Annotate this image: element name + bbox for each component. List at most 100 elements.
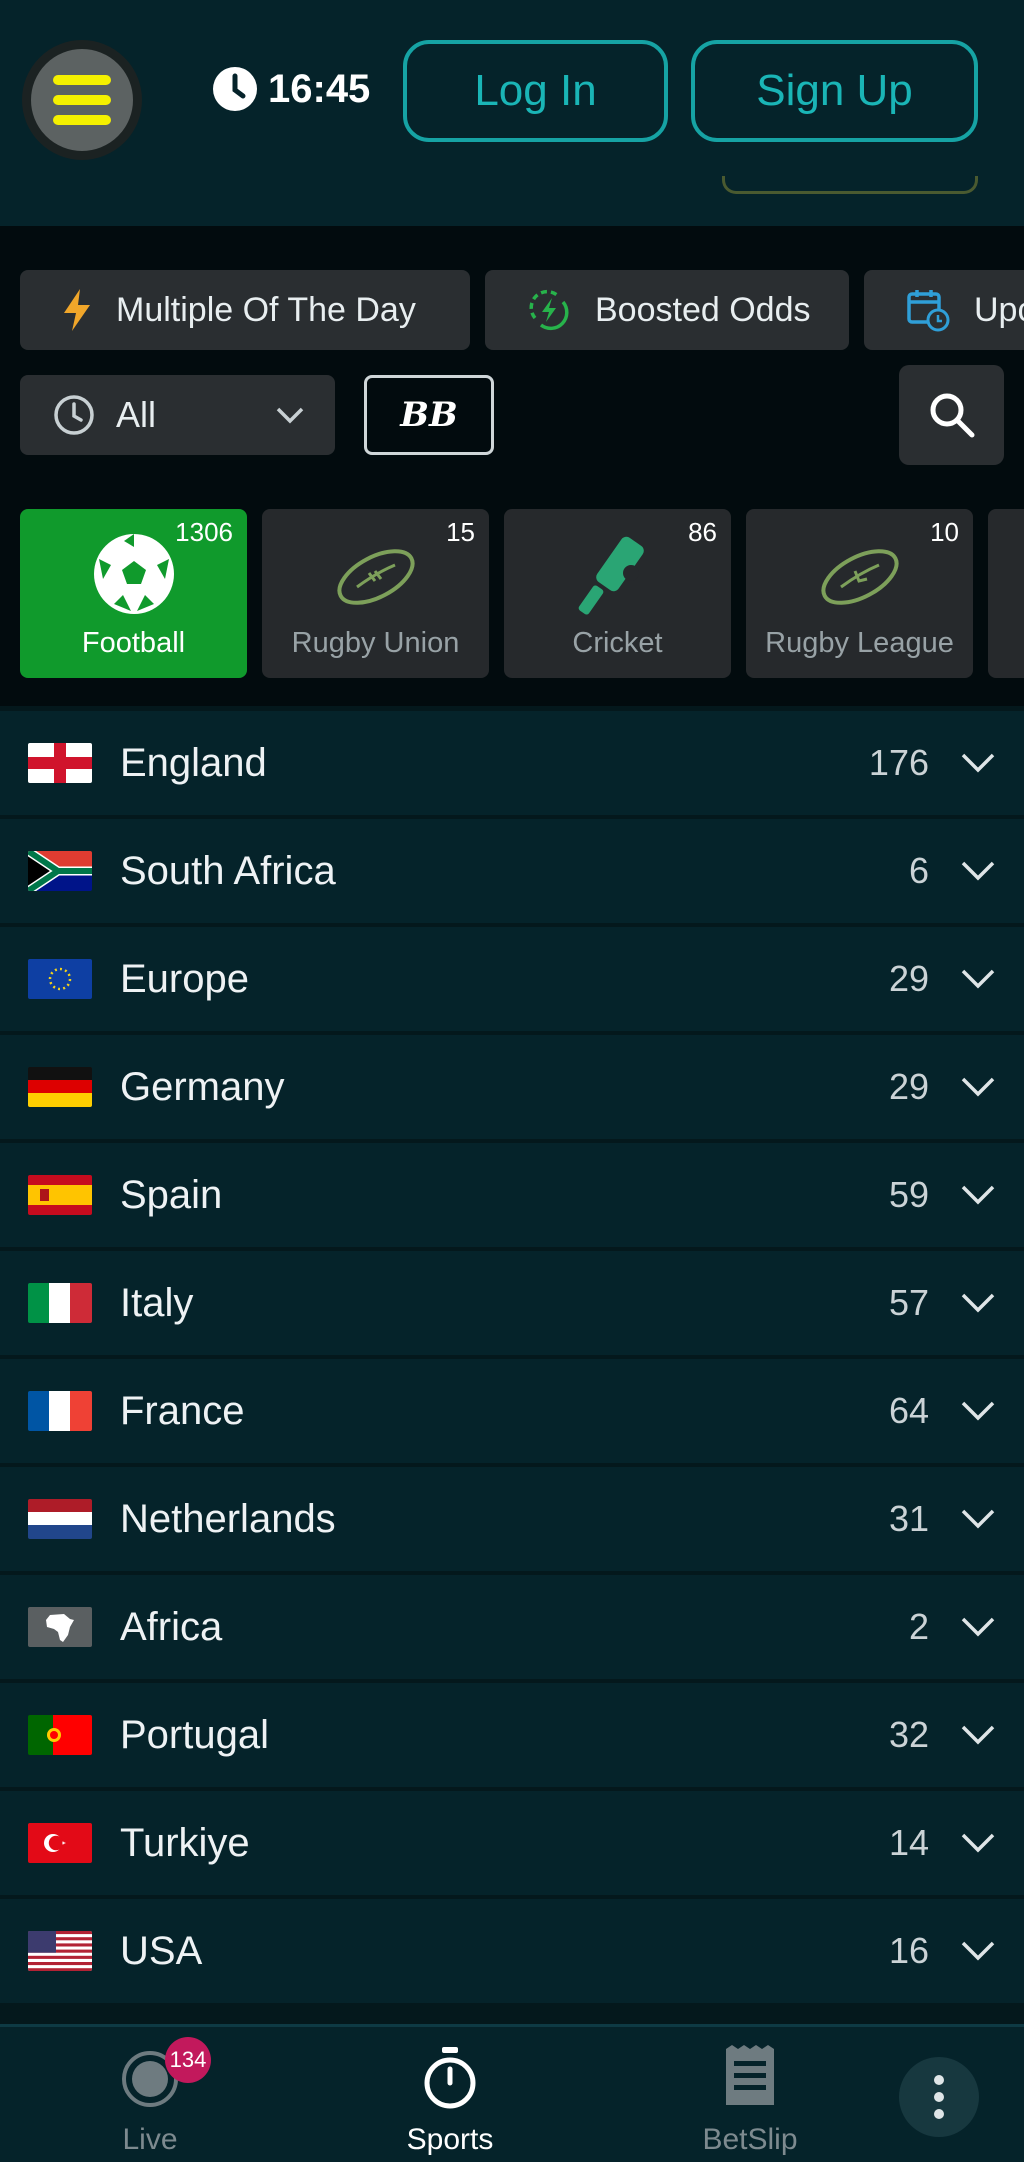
sport-tile-cricket[interactable]: 86 Cricket (504, 509, 731, 678)
netherlands-flag-icon (28, 1499, 92, 1539)
country-count: 64 (888, 1390, 929, 1431)
menu-bar (53, 115, 111, 125)
country-count: 2 (908, 1606, 929, 1647)
sport-tile-next[interactable] (988, 509, 1024, 678)
sport-tile-football[interactable]: 1306 Football (20, 509, 247, 678)
nav-label: BetSlip (702, 2123, 798, 2156)
nav-sports[interactable]: Sports (385, 2027, 515, 2162)
football-icon (93, 534, 174, 614)
country-row-usa[interactable]: USA 16 (0, 1899, 1024, 2003)
rugby-ball-icon (820, 549, 899, 605)
country-count: 16 (888, 1930, 929, 1971)
time-filter-select[interactable]: All (20, 375, 335, 455)
chevron-down-icon (961, 1725, 995, 1745)
quicklink-label: Multiple Of The Day (116, 290, 416, 329)
germany-flag-icon (28, 1067, 92, 1107)
hamburger-menu-button[interactable] (22, 40, 142, 160)
clock-icon (213, 67, 257, 111)
chevron-down-icon (961, 1185, 995, 1205)
chevron-down-icon (961, 969, 995, 989)
sport-label: Cricket (572, 627, 663, 659)
country-count: 29 (888, 1066, 929, 1107)
clock-time: 16:45 (268, 66, 371, 111)
nav-label: Live (122, 2123, 178, 2156)
app-header: 16:45 Log In Sign Up (0, 0, 1024, 226)
chevron-down-icon (961, 861, 995, 881)
header-banner-edge (722, 176, 978, 194)
more-menu-button[interactable] (899, 2057, 979, 2137)
quicklink-boosted-odds[interactable]: Boosted Odds (485, 270, 849, 350)
country-row-france[interactable]: France 64 (0, 1359, 1024, 1463)
country-row-turkiye[interactable]: Turkiye 14 (0, 1791, 1024, 1895)
sport-label: Rugby Union (291, 627, 460, 659)
calendar-clock-icon (907, 290, 950, 332)
country-name: France (120, 1388, 245, 1433)
nav-live[interactable]: 134 Live (85, 2027, 215, 2162)
more-dot (934, 2075, 944, 2085)
country-row-portugal[interactable]: Portugal 32 (0, 1683, 1024, 1787)
country-name: Africa (120, 1604, 223, 1649)
live-count-badge: 134 (165, 2037, 211, 2083)
country-name: USA (120, 1928, 203, 1973)
turkiye-flag-icon (28, 1823, 92, 1863)
country-name: Spain (120, 1172, 223, 1217)
country-row-spain[interactable]: Spain 59 (0, 1143, 1024, 1247)
chevron-down-icon (276, 407, 304, 424)
quicklink-label: Upc (974, 290, 1024, 329)
clock: 16:45 (212, 66, 370, 112)
search-button[interactable] (899, 365, 1004, 465)
sport-label: Football (81, 627, 186, 659)
sport-count: 10 (930, 517, 959, 547)
chevron-down-icon (961, 1401, 995, 1421)
country-row-europe[interactable]: Europe 29 (0, 927, 1024, 1031)
boost-icon (529, 289, 569, 331)
chevron-down-icon (961, 1617, 995, 1637)
africa-map-icon (28, 1607, 92, 1647)
country-name: Netherlands (120, 1496, 336, 1541)
country-count: 176 (868, 742, 929, 783)
nav-label: Sports (406, 2123, 494, 2156)
country-row-germany[interactable]: Germany 29 (0, 1035, 1024, 1139)
country-row-africa[interactable]: Africa 2 (0, 1575, 1024, 1679)
country-count: 31 (888, 1498, 929, 1539)
nav-betslip[interactable]: BetSlip (685, 2027, 815, 2162)
europe-flag-icon (28, 959, 92, 999)
sport-tile-rugby-union[interactable]: 15 Rugby Union (262, 509, 489, 678)
country-row-netherlands[interactable]: Netherlands 31 (0, 1467, 1024, 1571)
country-count: 29 (888, 958, 929, 999)
country-row-england[interactable]: England 176 (0, 711, 1024, 815)
country-count: 6 (908, 850, 929, 891)
chevron-down-icon (961, 1077, 995, 1097)
country-name: South Africa (120, 848, 336, 893)
sport-count: 15 (446, 517, 475, 547)
england-flag-icon (28, 743, 92, 783)
search-icon (930, 393, 974, 438)
bet-builder-button[interactable]: BB (364, 375, 494, 455)
country-count: 57 (888, 1282, 929, 1323)
country-count: 14 (888, 1822, 929, 1863)
chevron-down-icon (961, 1293, 995, 1313)
country-count: 32 (888, 1714, 929, 1755)
south-africa-flag-icon (28, 851, 92, 891)
menu-bar (53, 95, 111, 105)
clock-outline-icon (54, 395, 94, 435)
portugal-flag-icon (28, 1715, 92, 1755)
menu-bar (53, 75, 111, 85)
spain-flag-icon (28, 1175, 92, 1215)
country-name: Germany (120, 1064, 285, 1109)
chevron-down-icon (961, 1833, 995, 1853)
country-row-italy[interactable]: Italy 57 (0, 1251, 1024, 1355)
country-row-south-africa[interactable]: South Africa 6 (0, 819, 1024, 923)
quicklink-upcoming[interactable]: Upc (864, 270, 1024, 350)
usa-flag-icon (28, 1931, 92, 1971)
chevron-down-icon (961, 1509, 995, 1529)
sport-tile-rugby-league[interactable]: 10 Rugby League (746, 509, 973, 678)
country-name: Italy (120, 1280, 194, 1325)
country-name: Europe (120, 956, 249, 1001)
signup-button[interactable]: Sign Up (691, 40, 978, 142)
login-button[interactable]: Log In (403, 40, 668, 142)
lightning-icon (64, 289, 90, 331)
quicklink-multiple-of-the-day[interactable]: Multiple Of The Day (20, 270, 470, 350)
france-flag-icon (28, 1391, 92, 1431)
more-dot (934, 2092, 944, 2102)
